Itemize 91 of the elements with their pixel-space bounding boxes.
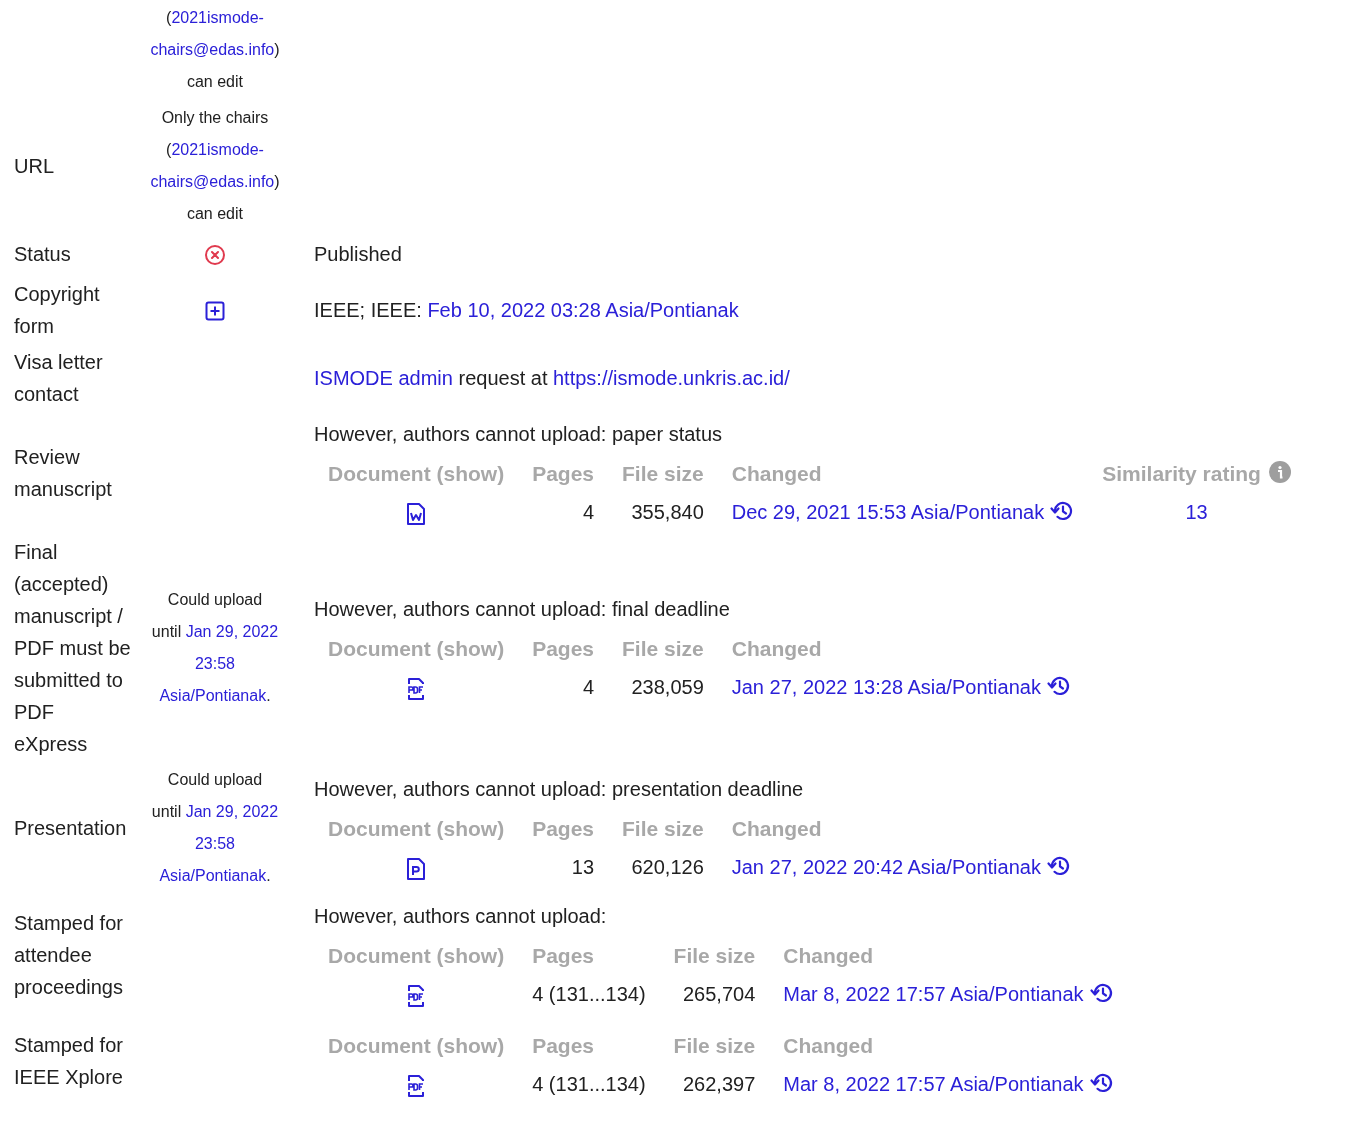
field-label: Copyright form [14,282,101,339]
date-link[interactable]: Jan 27, 2022 20:42 Asia/Pontianak [731,856,1041,878]
info-text: However, authors cannot upload: [314,904,608,929]
field-label: Stamped for attendee proceedings [14,911,124,1000]
column-header: File size [622,637,704,660]
note-text: Asia/Pontianak. [158,866,272,886]
note-text: can edit [185,72,244,92]
link[interactable]: Jan 29, 2022 [185,623,279,640]
column-header: File size [622,817,704,840]
note-text: (2021ismode- [165,140,265,160]
field-label: Status [14,242,72,267]
column-header: File size [673,944,756,967]
history-icon [1089,1072,1114,1094]
date-link[interactable]: Dec 29, 2021 15:53 Asia/Pontianak [731,501,1045,523]
column-header: Changed [783,1034,874,1057]
word-file-icon [406,501,427,526]
note-text: Only the chairs [160,108,270,128]
link[interactable]: ISMODE admin [314,367,453,389]
note-text: until Jan 29, 2022 [150,802,280,822]
column-header: File size [673,1034,756,1057]
field-label: Presentation [14,816,128,841]
link[interactable]: chairs@edas.info [150,41,275,58]
column-header: Pages [532,1034,595,1057]
pdf-file-icon [406,676,427,701]
history-icon [1050,500,1075,522]
note-text: chairs@edas.info) [149,40,281,60]
pdf-file-icon [406,1073,427,1098]
file-size-value: 265,704 [683,983,756,1005]
info-text: However, authors cannot upload: presentation deadline [314,777,805,802]
p-file-icon [406,856,427,881]
column-header: Changed [731,462,822,485]
pages-value: 4 [582,676,595,698]
note-text: Asia/Pontianak. [158,686,272,706]
column-header: Document (show) [328,817,505,840]
note-text: chairs@edas.info) [149,172,281,192]
column-header: Document (show) [328,944,505,967]
file-size-value: 238,059 [631,676,704,698]
similarity-link[interactable]: 13 [1185,501,1208,523]
link[interactable]: 23:58 [194,655,235,672]
info-text: However, authors cannot upload: final deadline [314,597,731,622]
date-link[interactable]: Mar 8, 2022 17:57 Asia/Pontianak [783,983,1084,1005]
column-header: Changed [731,817,822,840]
link[interactable]: 2021ismode- [171,141,264,158]
link[interactable]: https://ismode.unkris.ac.id/ [553,367,790,389]
history-icon [1089,982,1114,1004]
note-text: Could upload [166,590,264,610]
field-label: Visa letter contact [14,350,104,407]
column-header: File size [622,462,704,485]
pages-value: 4 (131...134) [532,1073,646,1095]
field-label: URL [14,154,55,179]
pdf-file-icon [406,983,427,1008]
history-icon [1046,855,1071,877]
file-size-value: 620,126 [631,856,704,878]
link[interactable]: Feb 10, 2022 03:28 Asia/Pontianak [427,299,739,321]
link[interactable]: chairs@edas.info [150,173,275,190]
column-header: Pages [532,637,595,660]
field-label: Stamped for IEEE Xplore [14,1033,124,1090]
column-header: Document (show) [328,462,505,485]
column-header: Pages [532,462,595,485]
info-text: IEEE; IEEE: Feb 10, 2022 03:28 Asia/Pontianak [314,298,740,323]
field-label: Review manuscript [14,445,113,502]
pages-value: 4 [582,501,595,523]
column-header: Document (show) [328,637,505,660]
history-icon [1046,675,1071,697]
column-header: Changed [731,637,822,660]
column-header: Changed [783,944,874,967]
column-header: Similarity rating [1102,462,1261,485]
info-text: However, authors cannot upload: paper status [314,422,724,447]
note-text: until Jan 29, 2022 [150,622,280,642]
date-link[interactable]: Jan 27, 2022 13:28 Asia/Pontianak [731,676,1041,698]
pages-value: 13 [571,856,595,878]
info-text: Published [314,242,403,267]
link[interactable]: 2021ismode- [171,9,264,26]
column-header: Document (show) [328,1034,505,1057]
link[interactable]: 23:58 [194,835,235,852]
file-size-value: 262,397 [683,1073,756,1095]
note-text: can edit [185,204,244,224]
field-label: Final (accepted) manuscript / PDF must be submitted to PDF eXpress [14,540,132,757]
note-text: (2021ismode- [165,8,265,28]
link[interactable]: Asia/Pontianak [159,867,267,884]
date-link[interactable]: Mar 8, 2022 17:57 Asia/Pontianak [783,1073,1084,1095]
link[interactable]: Jan 29, 2022 [185,803,279,820]
info-text: ISMODE admin request at https://ismode.unkris.ac.id/ [314,366,791,391]
column-header: Pages [532,944,595,967]
plus-square-icon [205,300,225,321]
column-header: Pages [532,817,595,840]
cancel-circle-icon [204,243,226,266]
pages-value: 4 (131...134) [532,983,646,1005]
file-size-value: 355,840 [631,501,704,523]
link[interactable]: Asia/Pontianak [159,687,267,704]
note-text: Could upload [166,770,264,790]
